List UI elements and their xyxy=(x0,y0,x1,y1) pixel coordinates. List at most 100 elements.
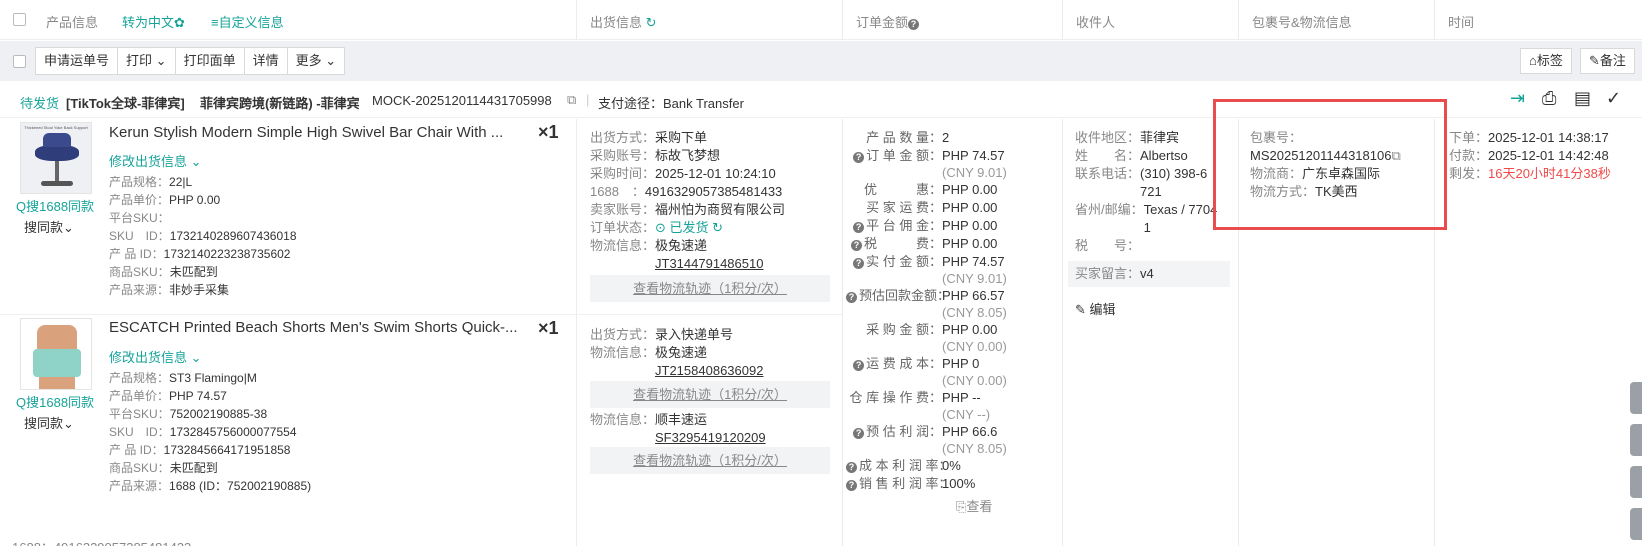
export-icon[interactable]: ⇥ xyxy=(1510,88,1532,110)
view-amount-link[interactable]: ⎘查看 xyxy=(956,496,992,515)
receiver-row: 省州/邮编：Texas / 7704 xyxy=(1075,202,1218,217)
spec-row: 产品单价：PHP 74.57 xyxy=(109,389,227,403)
select-all-checkbox[interactable] xyxy=(13,13,26,26)
more-dropdown[interactable]: 更多 ⌄ xyxy=(287,47,346,75)
shipping-row: 1688 ：4916329057385481433 xyxy=(590,184,783,199)
search-1688-link[interactable]: Q搜1688同款 xyxy=(16,392,94,411)
custom-info-link[interactable]: ≡自定义信息 xyxy=(211,12,284,31)
help-icon[interactable]: ? xyxy=(908,19,920,30)
spec-row: 商品SKU：未匹配到 xyxy=(109,265,218,279)
shipping-row: 物流信息：顺丰速运 xyxy=(590,412,708,427)
print-label-button[interactable]: 打印面单 xyxy=(175,47,245,75)
help-icon[interactable]: ? xyxy=(846,462,857,473)
help-icon[interactable]: ? xyxy=(846,292,857,303)
shipping-row: 出货方式：录入快递单号 xyxy=(590,327,734,342)
bulk-button-group: 申请运单号 打印 ⌄ 打印面单 详情 更多 ⌄ xyxy=(35,47,346,75)
search-same-dropdown[interactable]: 搜同款⌄ xyxy=(24,217,74,236)
search-same-dropdown[interactable]: 搜同款⌄ xyxy=(24,413,74,432)
column-divider xyxy=(842,119,843,546)
details-button[interactable]: 详情 xyxy=(244,47,288,75)
buyer-message-box: 买家留言：v4 xyxy=(1068,261,1230,287)
tag-button[interactable]: ⌂标签 xyxy=(1520,48,1572,74)
amount-row: ? 订 单 金 额：PHP 74.57 xyxy=(846,147,1058,165)
shorts-garment xyxy=(33,349,81,377)
help-icon[interactable]: ? xyxy=(853,258,865,269)
amount-label: ? 实 付 金 额： xyxy=(846,253,942,271)
product-title[interactable]: Kerun Stylish Modern Simple High Swivel … xyxy=(109,124,503,141)
floating-side-tab[interactable] xyxy=(1630,466,1642,498)
amount-row: ? 平 台 佣 金：PHP 0.00 xyxy=(846,217,1058,235)
refresh-icon[interactable]: ↻ xyxy=(712,220,723,235)
view-tracking-button[interactable]: 查看物流轨迹（1积分/次） xyxy=(590,275,830,302)
shipping-info: 出货方式：录入快递单号 物流信息：极兔速递 物流信息：JT21584086360… xyxy=(590,326,763,380)
help-icon[interactable]: ? xyxy=(853,428,865,439)
to-chinese-link[interactable]: 转为中文✿ xyxy=(122,12,185,31)
shipping-row: 物流信息：JT3144791486510 xyxy=(590,255,785,273)
floating-side-tab[interactable] xyxy=(1630,382,1642,414)
chair-stem xyxy=(55,161,59,181)
document-icon: ⎘ xyxy=(956,499,967,514)
chair-back xyxy=(43,133,71,147)
product-title[interactable]: ESCATCH Printed Beach Shorts Men's Swim … xyxy=(109,319,518,336)
clipboard-icon[interactable]: ▤ xyxy=(1574,88,1596,110)
column-divider xyxy=(1062,119,1063,546)
floating-side-tab[interactable] xyxy=(1630,424,1642,456)
help-icon[interactable]: ? xyxy=(853,152,865,163)
bulk-select-checkbox[interactable] xyxy=(13,55,26,68)
spec-row: 产品单价：PHP 0.00 xyxy=(109,193,221,207)
amount-label-text: 预 估 利 润： xyxy=(866,424,942,439)
product-row-divider xyxy=(0,314,842,315)
amount-value: PHP 66.57 xyxy=(942,288,1005,303)
tracking-number-link[interactable]: JT3144791486510 xyxy=(655,256,763,271)
list-icon: ≡ xyxy=(211,15,219,30)
shipping-row: 采购时间：2025-12-01 10:24:10 xyxy=(590,166,776,181)
chevron-down-icon: ⌄ xyxy=(187,154,202,169)
floating-side-tab[interactable] xyxy=(1630,508,1642,540)
time-row: 付款：2025-12-01 14:42:48 xyxy=(1449,148,1609,163)
help-icon[interactable]: ? xyxy=(846,480,857,491)
printer-icon[interactable]: ⎙ xyxy=(1542,88,1564,110)
time-remaining: 16天20小时41分38秒 xyxy=(1488,166,1611,181)
help-icon[interactable]: ? xyxy=(850,240,862,251)
header-package: 包裹号&物流信息 xyxy=(1252,15,1352,30)
amount-value: PHP 0 xyxy=(942,356,980,371)
edit-receiver-link[interactable]: ✎ 编辑 xyxy=(1075,299,1116,318)
amount-value: PHP 74.57 xyxy=(942,254,1005,269)
check-circle-icon[interactable]: ✓ xyxy=(1606,88,1628,110)
receiver-row: 税 号： xyxy=(1075,238,1141,253)
time-row: 下单：2025-12-01 14:38:17 xyxy=(1449,130,1609,145)
chair-seat xyxy=(35,145,79,161)
print-dropdown[interactable]: 打印 ⌄ xyxy=(118,47,176,75)
amount-value: PHP 0.00 xyxy=(942,322,998,337)
order-number[interactable]: MOCK-2025120114431705998 xyxy=(372,93,552,108)
help-icon[interactable]: ? xyxy=(853,360,865,371)
chair-base xyxy=(41,181,73,186)
product-image-shorts[interactable] xyxy=(20,318,92,390)
receiver-row: 联系电话：(310) 398-6 xyxy=(1075,166,1208,181)
remark-button[interactable]: ✎备注 xyxy=(1580,48,1635,74)
edit-shipping-link[interactable]: 修改出货信息 ⌄ xyxy=(109,151,202,170)
amount-row: 产 品 数 量：2 xyxy=(846,129,1058,147)
amount-label-text: 成 本 利 润 率： xyxy=(859,458,952,473)
copy-icon[interactable]: ⧉ xyxy=(567,92,576,108)
header-divider xyxy=(576,0,577,40)
spec-row: 产 品 ID：1732845664171951858 xyxy=(109,443,291,457)
edit-shipping-link[interactable]: 修改出货信息 ⌄ xyxy=(109,347,202,366)
refresh-icon[interactable]: ↻ xyxy=(642,15,657,30)
help-icon[interactable]: ? xyxy=(853,222,865,233)
amount-label: ? 预估回款金额： xyxy=(846,287,950,305)
status-shipped: ⊙ 已发货 ↻ xyxy=(655,220,724,235)
amount-label: ? 成 本 利 润 率： xyxy=(846,457,951,475)
amount-sub-value: (CNY --) xyxy=(942,407,991,422)
view-tracking-button[interactable]: 查看物流轨迹（1积分/次） xyxy=(590,381,830,408)
tracking-number-link[interactable]: SF3295419120209 xyxy=(655,430,766,445)
receiver-info: 收件地区：菲律宾 姓 名：Albertso 联系电话：(310) 398-6 联… xyxy=(1075,129,1235,255)
view-tracking-button[interactable]: 查看物流轨迹（1积分/次） xyxy=(590,447,830,474)
order-channel: 菲律宾跨境(新链路) -菲律宾 xyxy=(200,96,360,111)
apply-tracking-button[interactable]: 申请运单号 xyxy=(35,47,119,75)
tracking-number-link[interactable]: JT2158408636092 xyxy=(655,363,763,378)
amount-row: ? 预估回款金额：PHP 66.57 xyxy=(846,287,1058,305)
tag-icon: ⌂ xyxy=(1529,53,1537,68)
search-1688-link[interactable]: Q搜1688同款 xyxy=(16,196,94,215)
product-image-chair[interactable]: Thickened Stool Yoke Back Support xyxy=(20,122,92,194)
